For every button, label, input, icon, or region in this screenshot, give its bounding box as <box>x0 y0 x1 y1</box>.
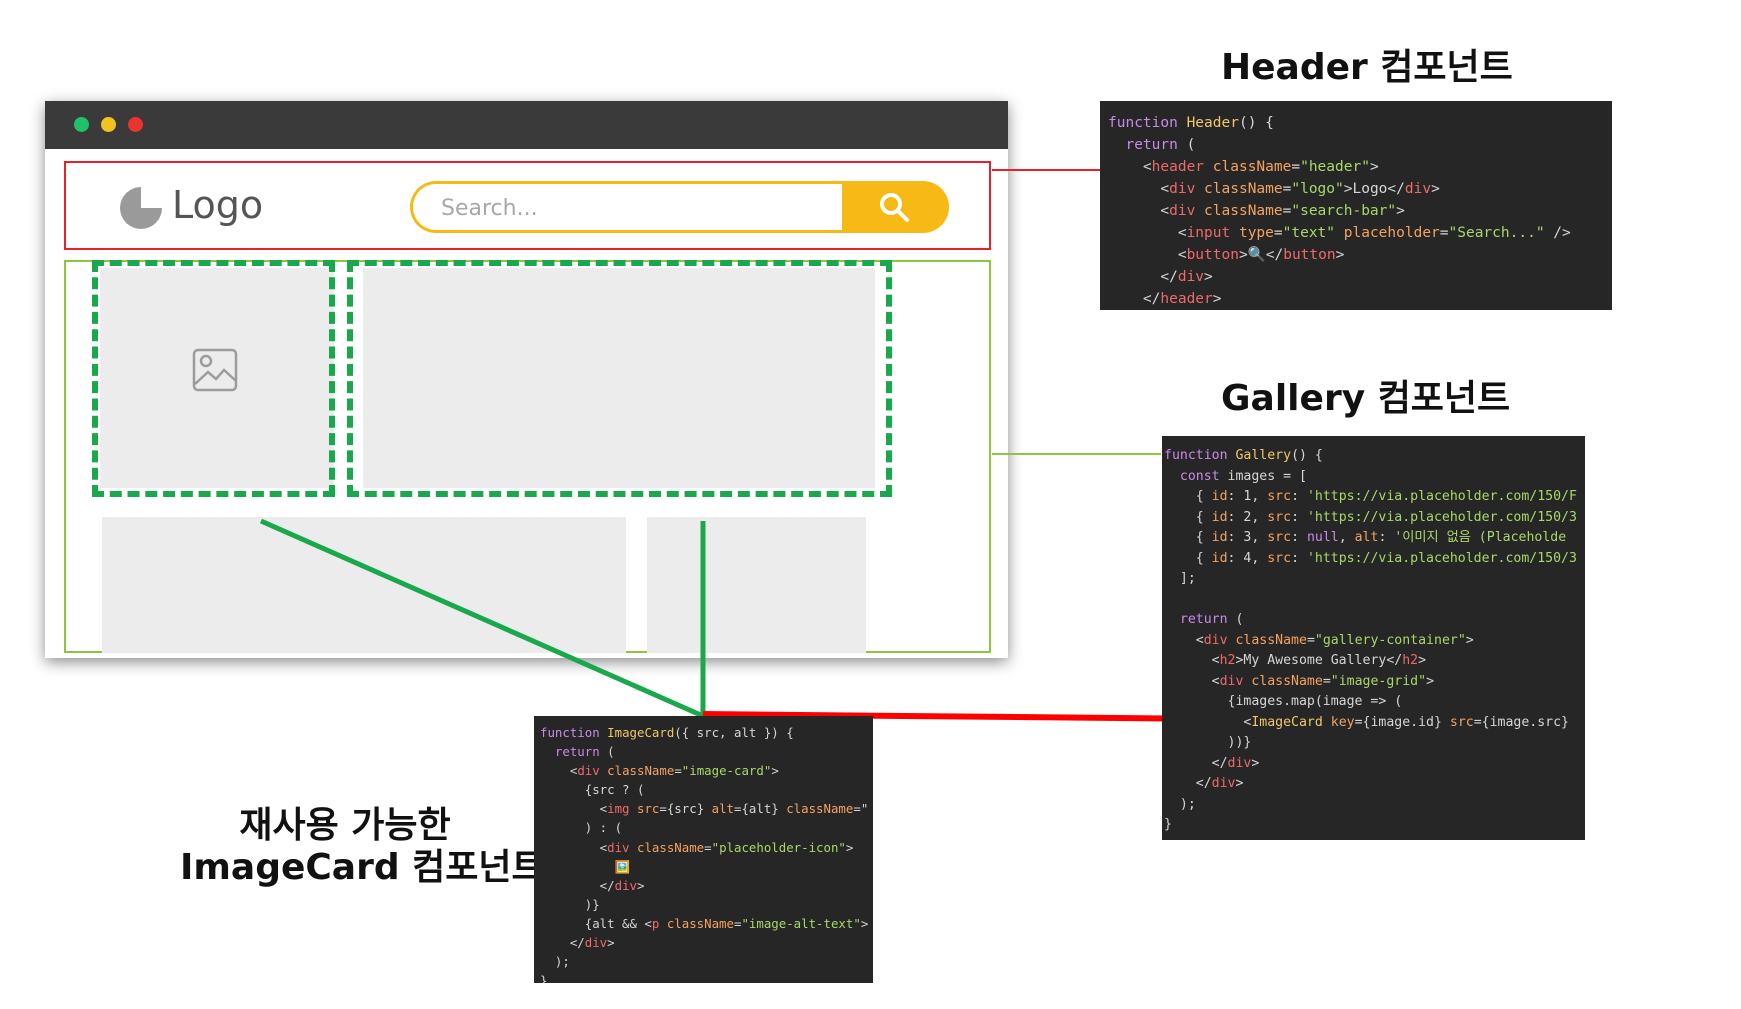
code-line: </div> <box>540 935 615 951</box>
code-line: </div> <box>1108 269 1213 285</box>
code-line: <input type="text" placeholder="Search..… <box>1108 225 1571 241</box>
gallery-code-panel: function Gallery() { const images = [ { … <box>1162 436 1585 840</box>
code-line: <ImageCard key={image.id} src={image.src… <box>1164 714 1569 730</box>
code-line: { id: 2, src: 'https://via.placeholder.c… <box>1164 509 1577 525</box>
code-line: {src ? ( <box>540 782 645 798</box>
code-line: )} <box>540 896 600 912</box>
code-line: <button>🔍</button> <box>1108 247 1345 263</box>
code-line: <div className="placeholder-icon"> <box>540 839 854 855</box>
header-code-panel: function Header() { return ( <header cla… <box>1100 101 1612 310</box>
code-line: return ( <box>554 744 615 760</box>
code-line: <div className="logo">Logo</div> <box>1108 181 1440 197</box>
code-line: function ImageCard({ src, alt }) { <box>540 725 794 740</box>
imagecard-title-line2: ImageCard 컴포넌트 <box>180 847 545 888</box>
code-line: { id: 3, src: null, alt: '이미지 없음 (Placeh… <box>1164 530 1567 545</box>
code-line: { id: 4, src: 'https://via.placeholder.c… <box>1164 550 1577 566</box>
code-line: <div className="image-card"> <box>540 763 779 779</box>
code-line: ))} <box>1164 735 1252 750</box>
imagecard-component-title: 재사용 가능한 ImageCard 컴포넌트 <box>180 805 545 889</box>
code-line: <img src={src} alt={alt} className=" <box>540 801 869 817</box>
code-line: {images.map(image => ( <box>1164 694 1403 709</box>
code-line: const images = [ <box>1179 468 1307 484</box>
gallery-component-title: Gallery 컴포넌트 <box>1221 378 1511 419</box>
code-line: <h2>My Awesome Gallery</h2> <box>1164 653 1427 668</box>
imagecard-code-panel: function ImageCard({ src, alt }) { retur… <box>534 716 873 983</box>
code-line: ); <box>1164 796 1196 812</box>
code-line: </div> <box>1164 755 1260 771</box>
code-line: ); <box>540 954 570 970</box>
code-line: { id: 1, src: 'https://via.placeholder.c… <box>1164 489 1577 504</box>
code-line: return ( <box>1125 137 1196 153</box>
code-line: <header className="header"> <box>1108 159 1379 175</box>
code-line: function Header() { <box>1108 115 1274 131</box>
code-line: } <box>540 973 548 983</box>
code-line: } <box>1164 817 1172 832</box>
header-component-title: Header 컴포넌트 <box>1221 47 1513 88</box>
code-line: function Gallery() { <box>1164 448 1323 463</box>
code-line: {alt && <p className="image-alt-text"> <box>540 915 869 931</box>
code-line: ) : ( <box>540 820 623 836</box>
imagecard-connector-1 <box>259 518 705 719</box>
code-line: <div className="image-grid"> <box>1164 673 1435 689</box>
code-line: </header> <box>1108 291 1222 307</box>
imagecard-title-line1: 재사용 가능한 <box>239 805 451 846</box>
code-line: <div className="search-bar"> <box>1108 203 1405 219</box>
code-line: </div> <box>540 877 645 893</box>
code-line: return ( <box>1179 612 1244 627</box>
code-line: 🖼️ <box>540 858 631 874</box>
code-line: ]; <box>1164 571 1196 586</box>
code-line: <div className="gallery-container"> <box>1164 632 1474 648</box>
code-line: </div> <box>1164 776 1244 791</box>
